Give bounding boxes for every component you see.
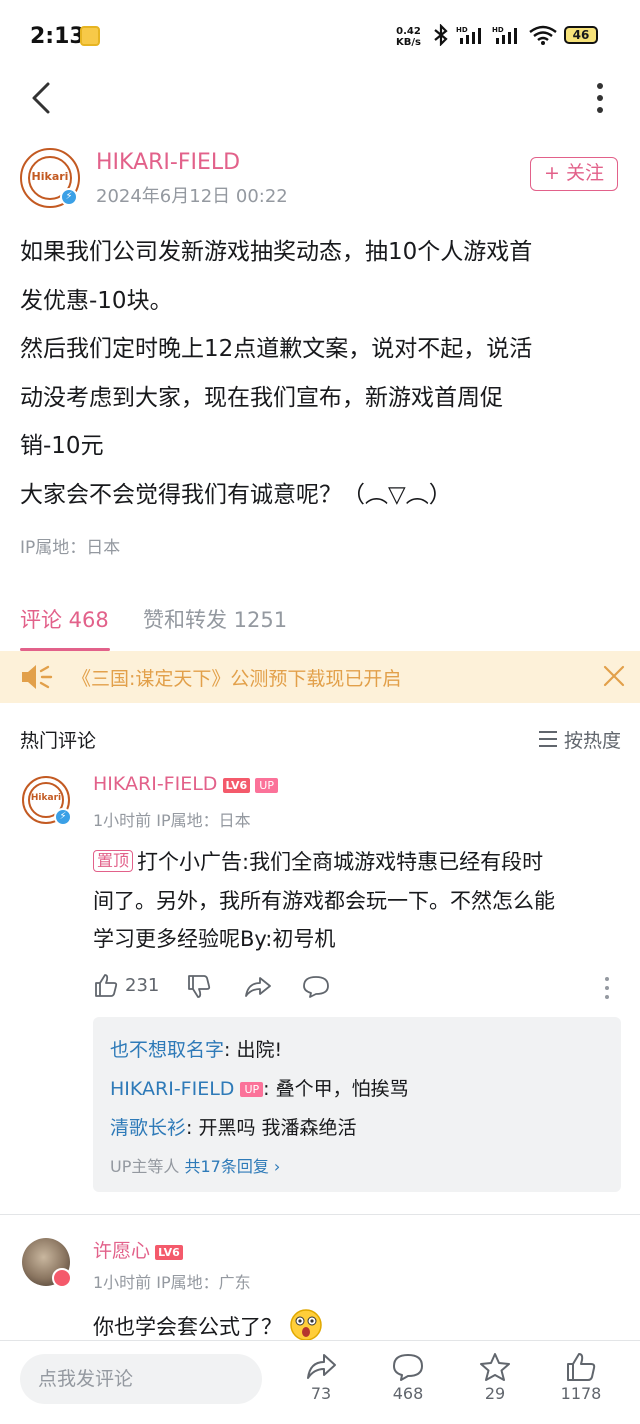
back-arrow-icon[interactable] xyxy=(24,78,60,118)
comment-like-count: 231 xyxy=(125,974,160,996)
speaker-icon xyxy=(22,665,53,689)
signal-icon: HD xyxy=(456,26,481,44)
share-count: 73 xyxy=(310,1384,332,1403)
pinned-badge: 置顶 xyxy=(93,850,134,872)
post-line: 发优惠-10块。 xyxy=(20,287,173,314)
share-icon[interactable] xyxy=(244,975,272,999)
post-ip-location: IP属地：日本 xyxy=(20,538,121,558)
thumbs-up-icon xyxy=(95,974,118,997)
reply-item[interactable]: 清歌长衫: 开黑吗 我潘森绝活 xyxy=(110,1113,357,1140)
follow-button[interactable]: + 关注 xyxy=(530,157,618,191)
like-button[interactable]: 1178 xyxy=(551,1352,611,1403)
comment-icon xyxy=(393,1354,423,1381)
post-line: 如果我们公司发新游戏抽奖动态，抽10个人游戏首 xyxy=(20,239,533,265)
tab-reposts[interactable]: 赞和转发 1251 xyxy=(143,604,287,634)
share-icon xyxy=(307,1354,336,1379)
network-speed: 0.42 KB/s xyxy=(396,26,421,48)
comment-author-name[interactable]: 许愿心 xyxy=(93,1240,150,1262)
sort-icon[interactable] xyxy=(538,730,558,748)
post-line: 大家会不会觉得我们有诚意呢？（︵▽︵） xyxy=(20,481,452,508)
favorite-count: 29 xyxy=(484,1384,506,1403)
comment-author-row: 许愿心 LV6 xyxy=(93,1236,183,1263)
comment-author-name[interactable]: HIKARI-FIELD xyxy=(93,773,217,795)
svg-text:HD: HD xyxy=(492,26,504,34)
battery-icon: 46 xyxy=(564,26,598,44)
favorite-button[interactable]: 29 xyxy=(465,1352,525,1403)
comment-more-icon[interactable] xyxy=(602,976,612,1000)
wifi-icon xyxy=(529,25,557,45)
post-line: 动没考虑到大家，现在我们宣布，新游戏首周促 xyxy=(20,384,503,411)
comment-author-row: HIKARI-FIELD LV6 UP xyxy=(93,773,278,795)
tab-comments[interactable]: 评论 468 xyxy=(20,604,109,634)
reply-item[interactable]: 也不想取名字: 出院! xyxy=(110,1035,282,1062)
post-date: 2024年6月12日 00:22 xyxy=(96,186,288,207)
author-name[interactable]: HIKARI-FIELD xyxy=(96,150,240,175)
comment-text: 置顶 打个小广告:我们全商城游戏特惠已经有段时 间了。另外，我所有游戏都会玩一下。… xyxy=(93,850,555,951)
comment-input[interactable]: 点我发评论 xyxy=(20,1354,262,1404)
comment-meta: 1小时前 IP属地：广东 xyxy=(93,1273,251,1292)
comment-like-button[interactable]: 231 xyxy=(93,972,159,998)
divider xyxy=(0,1214,640,1215)
level-badge: LV6 xyxy=(155,1245,183,1260)
post-content: 如果我们公司发新游戏抽奖动态，抽10个人游戏首 发优惠-10块。 然后我们定时晚… xyxy=(20,228,624,519)
reply-item[interactable]: HIKARI-FIELD UP: 叠个甲，怕挨骂 xyxy=(110,1074,409,1101)
post-line: 销-10元 xyxy=(20,433,104,459)
bluetooth-icon xyxy=(434,24,448,46)
star-icon xyxy=(480,1353,510,1381)
close-icon[interactable] xyxy=(602,664,626,688)
verified-badge-icon: ⚡ xyxy=(54,808,72,826)
signal-icon-2: HD xyxy=(492,26,517,44)
more-options-icon[interactable] xyxy=(592,80,608,116)
hot-comments-title: 热门评论 xyxy=(20,730,97,752)
comment-button[interactable]: 468 xyxy=(378,1352,438,1403)
reply-icon[interactable] xyxy=(302,975,330,999)
up-badge: UP xyxy=(255,778,278,793)
comment-meta: 1小时前 IP属地：日本 xyxy=(93,811,251,830)
status-bar: 2:13 0.42 KB/s HD HD 46 xyxy=(0,0,640,76)
thumbs-down-icon[interactable] xyxy=(186,974,212,1000)
share-button[interactable]: 73 xyxy=(291,1352,351,1403)
level-badge: LV6 xyxy=(222,778,251,793)
post-line: 然后我们定时晚上12点道歉文案，说对不起，说活 xyxy=(20,336,533,362)
verified-badge-icon: ⚡ xyxy=(60,188,78,206)
notification-icon xyxy=(80,26,100,46)
view-all-replies-link[interactable]: 共17条回复 › xyxy=(184,1157,280,1176)
svg-text:HD: HD xyxy=(456,26,468,34)
surprised-emoji-icon xyxy=(289,1309,322,1341)
like-count: 1178 xyxy=(560,1384,602,1403)
view-all-replies[interactable]: UP主等人 共17条回复 › xyxy=(110,1153,280,1177)
status-time: 2:13 xyxy=(30,24,85,49)
up-badge: UP xyxy=(240,1082,264,1097)
notice-text[interactable]: 《三国:谋定天下》公测预下载现已开启 xyxy=(72,664,401,691)
sort-by-hot[interactable]: 按热度 xyxy=(564,726,621,753)
user-badge-icon xyxy=(52,1268,72,1288)
thumbs-up-icon xyxy=(567,1353,596,1381)
comment-count: 468 xyxy=(392,1384,424,1403)
